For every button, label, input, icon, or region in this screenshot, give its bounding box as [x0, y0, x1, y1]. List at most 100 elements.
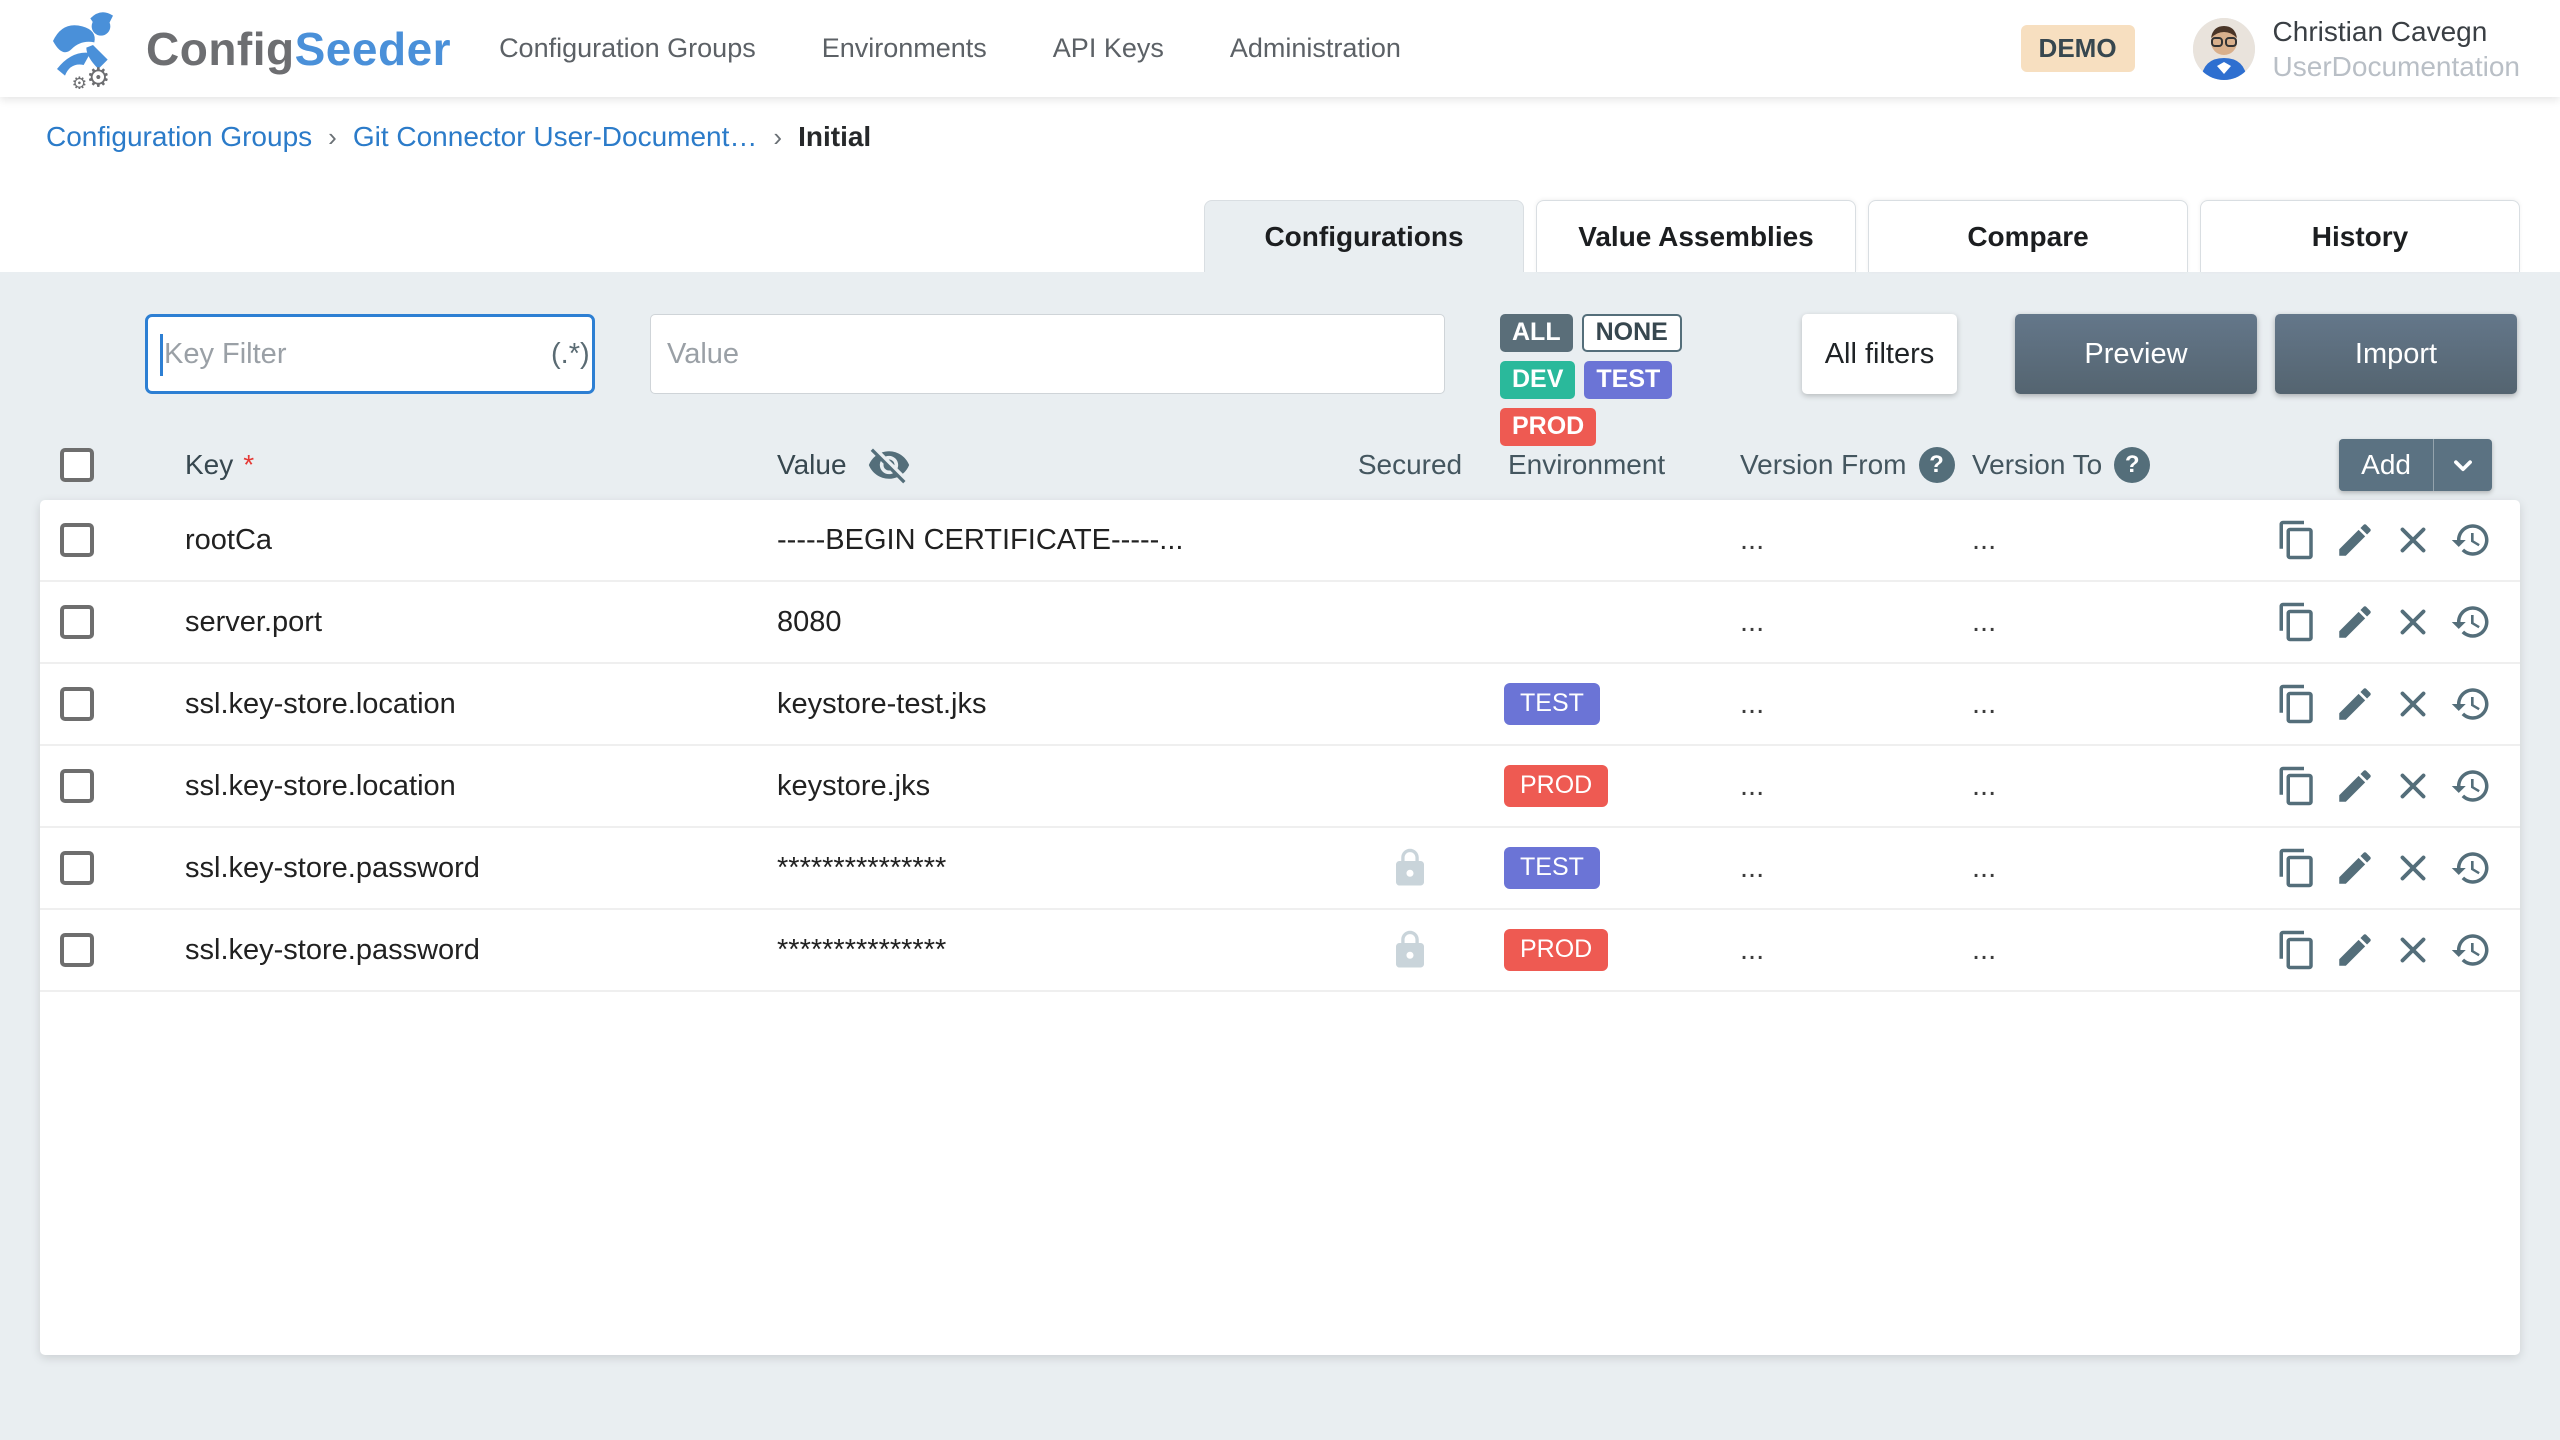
table-header: Key * Value Secured Environment Version … — [40, 430, 2520, 500]
delete-icon[interactable] — [2392, 929, 2434, 971]
row-checkbox[interactable] — [60, 933, 94, 967]
version-from-cell: ... — [1720, 688, 1955, 721]
delete-icon[interactable] — [2392, 847, 2434, 889]
value-filter-input[interactable] — [651, 338, 1444, 371]
delete-icon[interactable] — [2392, 683, 2434, 725]
version-to-help-icon[interactable]: ? — [2114, 447, 2150, 483]
row-actions — [2185, 929, 2520, 971]
copy-icon[interactable] — [2276, 519, 2318, 561]
version-to-cell: ... — [1955, 606, 2185, 639]
table-row: ssl.key-store.password *************** P… — [40, 910, 2520, 992]
version-from-cell: ... — [1720, 770, 1955, 803]
copy-icon[interactable] — [2276, 765, 2318, 807]
preview-button[interactable]: Preview — [2015, 314, 2257, 394]
edit-icon[interactable] — [2334, 519, 2376, 561]
version-to-cell: ... — [1955, 852, 2185, 885]
history-icon[interactable] — [2450, 683, 2492, 725]
column-header-version-to: Version To ? — [1955, 447, 2185, 483]
value-cell: 8080 — [777, 606, 1330, 639]
copy-icon[interactable] — [2276, 683, 2318, 725]
version-to-cell: ... — [1955, 934, 2185, 967]
table-row: ssl.key-store.location keystore.jks PROD… — [40, 746, 2520, 828]
edit-icon[interactable] — [2334, 601, 2376, 643]
value-cell: -----BEGIN CERTIFICATE-----... — [777, 524, 1330, 557]
svg-text:⚙: ⚙ — [86, 62, 110, 89]
breadcrumb-link-configuration-group[interactable]: Git Connector User-Document… — [353, 121, 758, 153]
history-icon[interactable] — [2450, 765, 2492, 807]
history-icon[interactable] — [2450, 847, 2492, 889]
add-dropdown-toggle[interactable] — [2433, 439, 2492, 491]
row-actions — [2185, 519, 2520, 561]
secured-cell — [1330, 929, 1490, 971]
history-icon[interactable] — [2450, 601, 2492, 643]
select-all-cell — [40, 448, 185, 482]
env-chip-prod[interactable]: PROD — [1500, 408, 1596, 446]
delete-icon[interactable] — [2392, 765, 2434, 807]
sub-header: Configuration Groups › Git Connector Use… — [0, 97, 2560, 272]
edit-icon[interactable] — [2334, 847, 2376, 889]
environment-cell: TEST — [1490, 847, 1720, 889]
history-icon[interactable] — [2450, 929, 2492, 971]
add-button[interactable]: Add — [2339, 439, 2492, 491]
key-cell: rootCa — [185, 524, 777, 557]
tab-compare[interactable]: Compare — [1868, 200, 2188, 272]
column-header-value: Value — [777, 443, 1330, 487]
env-chip-all[interactable]: ALL — [1500, 314, 1573, 352]
app-logo[interactable]: ⚙ ⚙ ConfigSeeder — [46, 9, 451, 89]
filter-row: (.*) ALLNONEDEVTESTPROD All filters Prev… — [40, 272, 2520, 394]
all-filters-button[interactable]: All filters — [1802, 314, 1957, 394]
tabs: ConfigurationsValue AssembliesCompareHis… — [1204, 200, 2520, 272]
row-checkbox[interactable] — [60, 769, 94, 803]
tab-configurations[interactable]: Configurations — [1204, 200, 1524, 272]
delete-icon[interactable] — [2392, 519, 2434, 561]
nav-item-administration[interactable]: Administration — [1230, 33, 1401, 64]
edit-icon[interactable] — [2334, 683, 2376, 725]
breadcrumb-link-configuration-groups[interactable]: Configuration Groups — [46, 121, 312, 153]
version-to-cell: ... — [1955, 770, 2185, 803]
import-button[interactable]: Import — [2275, 314, 2517, 394]
copy-icon[interactable] — [2276, 847, 2318, 889]
row-checkbox[interactable] — [60, 523, 94, 557]
regex-suffix: (.*) — [551, 338, 606, 371]
breadcrumb-separator: › — [773, 122, 782, 153]
value-cell: *************** — [777, 852, 1330, 885]
lock-icon — [1389, 847, 1431, 889]
env-chip-test[interactable]: TEST — [1584, 361, 1672, 399]
version-from-cell: ... — [1720, 934, 1955, 967]
table-row: ssl.key-store.location keystore-test.jks… — [40, 664, 2520, 746]
nav-item-api-keys[interactable]: API Keys — [1053, 33, 1164, 64]
delete-icon[interactable] — [2392, 601, 2434, 643]
environment-chips: ALLNONEDEVTESTPROD — [1500, 314, 1725, 394]
select-all-checkbox[interactable] — [60, 448, 94, 482]
row-checkbox[interactable] — [60, 687, 94, 721]
environment-cell: PROD — [1490, 765, 1720, 807]
key-filter-input[interactable] — [148, 338, 551, 371]
avatar[interactable] — [2193, 18, 2255, 80]
tab-history[interactable]: History — [2200, 200, 2520, 272]
history-icon[interactable] — [2450, 519, 2492, 561]
brand-name: ConfigSeeder — [146, 22, 451, 76]
key-cell: ssl.key-store.location — [185, 688, 777, 721]
configseeder-logo-icon: ⚙ ⚙ — [46, 9, 132, 89]
edit-icon[interactable] — [2334, 929, 2376, 971]
version-from-help-icon[interactable]: ? — [1919, 447, 1955, 483]
tab-value-assemblies[interactable]: Value Assemblies — [1536, 200, 1856, 272]
copy-icon[interactable] — [2276, 601, 2318, 643]
nav-item-environments[interactable]: Environments — [822, 33, 987, 64]
environment-badge-prod: PROD — [1504, 765, 1608, 807]
column-header-key: Key * — [185, 449, 777, 481]
table-row: server.port 8080 ... ... — [40, 582, 2520, 664]
row-checkbox[interactable] — [60, 851, 94, 885]
column-header-actions: Add — [2185, 439, 2520, 491]
svg-text:⚙: ⚙ — [72, 74, 88, 89]
env-chip-none[interactable]: NONE — [1582, 314, 1682, 352]
env-chip-dev[interactable]: DEV — [1500, 361, 1575, 399]
edit-icon[interactable] — [2334, 765, 2376, 807]
copy-icon[interactable] — [2276, 929, 2318, 971]
user-block[interactable]: Christian Cavegn UserDocumentation — [2273, 14, 2520, 84]
row-actions — [2185, 847, 2520, 889]
row-checkbox[interactable] — [60, 605, 94, 639]
user-name: Christian Cavegn — [2273, 14, 2520, 49]
toggle-value-visibility-icon[interactable] — [867, 443, 911, 487]
nav-item-configuration-groups[interactable]: Configuration Groups — [499, 33, 756, 64]
